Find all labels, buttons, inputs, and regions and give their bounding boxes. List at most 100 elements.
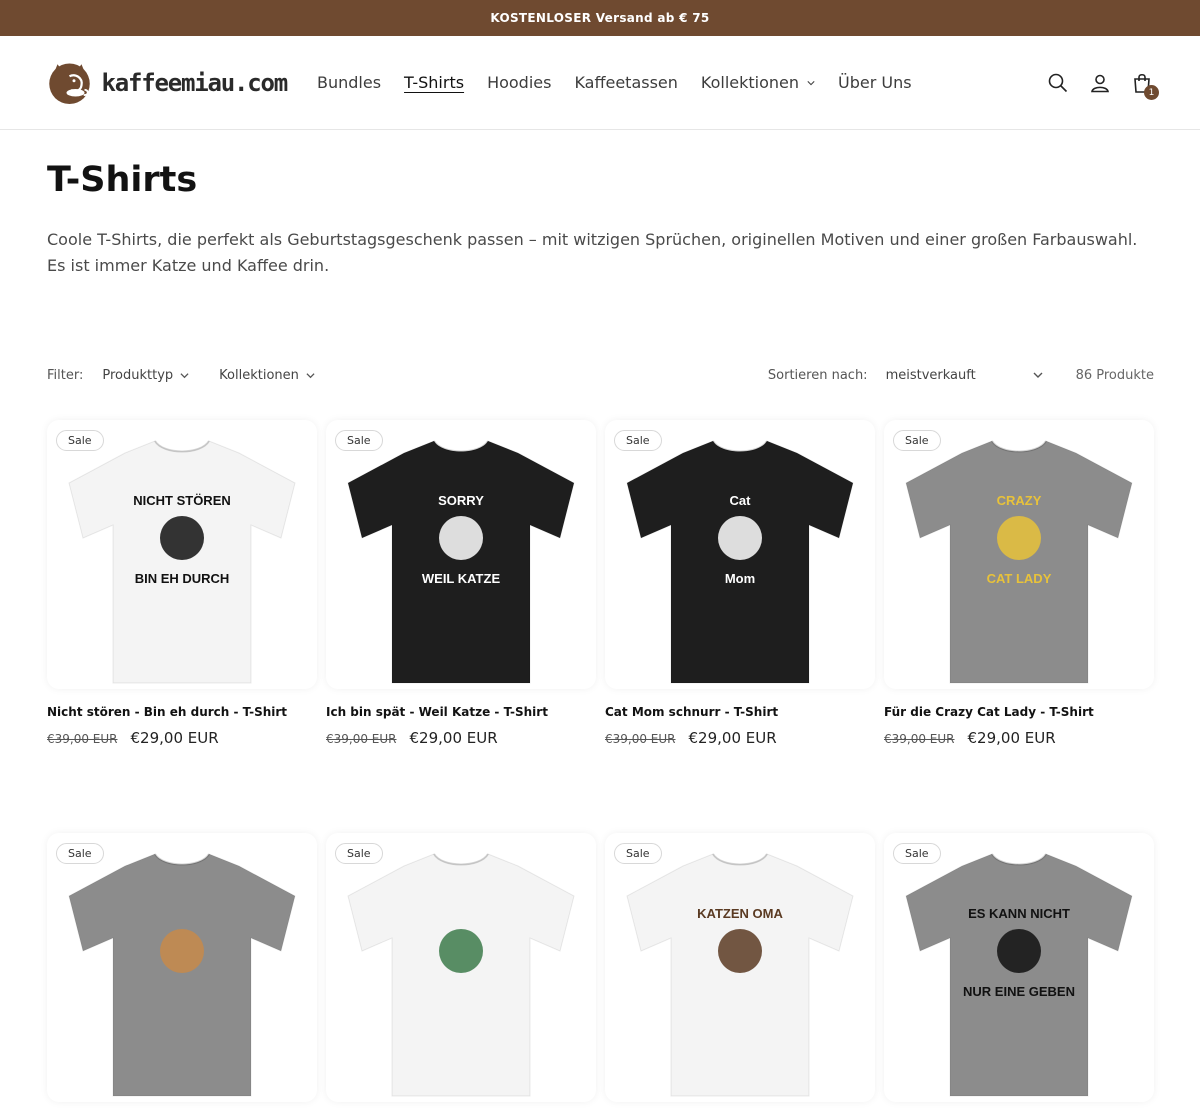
cart-icon[interactable]: 1: [1131, 72, 1159, 100]
print-line-1: CRAZY: [997, 493, 1042, 508]
tshirt-image: CRAZY CAT LADY: [905, 440, 1133, 684]
print-line-1: KATZEN OMA: [697, 906, 783, 921]
product-card[interactable]: Sale: [326, 833, 596, 1118]
print-line-1: SORRY: [438, 493, 484, 508]
sale-badge: Sale: [56, 843, 104, 864]
header-icons: 1: [1047, 36, 1159, 130]
cat-coffee-logo-icon: [49, 63, 90, 104]
filter-bar: Filter: Produkttyp Kollektionen Sortiere…: [47, 366, 1154, 384]
logo[interactable]: kaffeemiau.com: [47, 54, 288, 112]
nav-label: Hoodies: [487, 73, 552, 92]
print-motif: [160, 516, 204, 560]
sale-badge: Sale: [335, 430, 383, 451]
sort-value: meistverkauft: [885, 367, 976, 383]
chevron-down-icon: [807, 80, 815, 85]
sort-area: Sortieren nach: meistverkauft 86 Produkt…: [768, 368, 1154, 383]
product-card[interactable]: Sale SORRY WEIL KATZE Ich bin spät - Wei…: [326, 420, 596, 747]
sale-badge: Sale: [614, 430, 662, 451]
product-title[interactable]: Nicht stören - Bin eh durch - T-Shirt: [47, 705, 317, 719]
tshirt-shape: [626, 440, 854, 684]
price-old: €39,00 EUR: [605, 732, 676, 746]
price-row: €39,00 EUR €29,00 EUR: [326, 729, 596, 747]
tshirt-image: [68, 853, 296, 1097]
page-title: T-Shirts: [47, 160, 198, 200]
product-card[interactable]: Sale Cat Mom Cat Mom schnurr - T-Shirt €…: [605, 420, 875, 747]
sort-select[interactable]: meistverkauft: [886, 368, 1043, 383]
nav-item-kaffeetassen[interactable]: Kaffeetassen: [574, 73, 677, 92]
product-count: 86 Produkte: [1075, 367, 1154, 383]
filter-kollektionen[interactable]: Kollektionen: [219, 368, 315, 383]
product-title[interactable]: Für die Crazy Cat Lady - T-Shirt: [884, 705, 1154, 719]
nav-label: Bundles: [317, 73, 382, 92]
nav-item-ueber-uns[interactable]: Über Uns: [838, 73, 912, 92]
product-title[interactable]: Cat Mom schnurr - T-Shirt: [605, 705, 875, 719]
search-icon[interactable]: [1047, 72, 1069, 94]
chevron-down-icon: [306, 372, 315, 378]
nav-item-kollektionen[interactable]: Kollektionen: [701, 73, 815, 92]
print-line-2: BIN EH DURCH: [135, 571, 230, 586]
print-line-2: WEIL KATZE: [422, 571, 501, 586]
price-sale: €29,00 EUR: [688, 729, 777, 747]
product-card[interactable]: Sale ES KANN NICHT NUR EINE GEBEN: [884, 833, 1154, 1118]
product-image[interactable]: Sale KATZEN OMA: [605, 833, 875, 1102]
nav-label: Kollektionen: [700, 73, 800, 92]
print-motif: [439, 929, 483, 973]
product-image[interactable]: Sale ES KANN NICHT NUR EINE GEBEN: [884, 833, 1154, 1102]
site-header: kaffeemiau.com Bundles T-Shirts Hoodies …: [0, 36, 1200, 130]
nav-item-tshirts[interactable]: T-Shirts: [404, 73, 464, 92]
account-icon[interactable]: [1089, 72, 1111, 94]
sale-badge: Sale: [893, 843, 941, 864]
print-motif: [718, 516, 762, 560]
price-old: €39,00 EUR: [47, 732, 118, 746]
product-grid: Sale NICHT STÖREN BIN EH DURCH Nicht stö…: [47, 420, 1155, 1118]
announcement-text: KOSTENLOSER Versand ab € 75: [490, 11, 710, 25]
nav-item-hoodies[interactable]: Hoodies: [487, 73, 551, 92]
product-card[interactable]: Sale: [47, 833, 317, 1118]
filter-produkttyp[interactable]: Produkttyp: [102, 368, 189, 383]
collection-description: Coole T-Shirts, die perfekt als Geburtst…: [47, 230, 1138, 275]
print-motif: [718, 929, 762, 973]
tshirt-image: [347, 853, 575, 1097]
product-image[interactable]: Sale SORRY WEIL KATZE: [326, 420, 596, 689]
print-line-1: ES KANN NICHT: [968, 906, 1070, 921]
product-card[interactable]: Sale CRAZY CAT LADY Für die Crazy Cat La…: [884, 420, 1154, 747]
nav-label: Über Uns: [838, 73, 912, 92]
chevron-down-icon: [1033, 372, 1043, 378]
product-image[interactable]: Sale NICHT STÖREN BIN EH DURCH: [47, 420, 317, 689]
sale-badge: Sale: [335, 843, 383, 864]
product-image[interactable]: Sale: [326, 833, 596, 1102]
sort-label: Sortieren nach:: [767, 367, 868, 383]
price-sale: €29,00 EUR: [967, 729, 1056, 747]
tshirt-image: KATZEN OMA: [626, 853, 854, 1097]
price-row: €39,00 EUR €29,00 EUR: [47, 729, 317, 747]
product-title[interactable]: Ich bin spät - Weil Katze - T-Shirt: [326, 705, 596, 719]
filter-label: Filter:: [47, 367, 84, 383]
tshirt-shape: [347, 440, 575, 684]
tshirt-shape: [347, 853, 575, 1097]
price-old: €39,00 EUR: [326, 732, 397, 746]
print-line-2: NUR EINE GEBEN: [963, 984, 1075, 999]
filter-item-label: Kollektionen: [219, 367, 299, 383]
sale-badge: Sale: [56, 430, 104, 451]
announcement-bar: KOSTENLOSER Versand ab € 75: [0, 0, 1200, 36]
nav-item-bundles[interactable]: Bundles: [317, 73, 381, 92]
tshirt-image: NICHT STÖREN BIN EH DURCH: [68, 440, 296, 684]
tshirt-image: Cat Mom: [626, 440, 854, 684]
product-card[interactable]: Sale NICHT STÖREN BIN EH DURCH Nicht stö…: [47, 420, 317, 747]
chevron-down-icon: [180, 372, 189, 378]
print-line-2: CAT LADY: [987, 571, 1052, 586]
tshirt-shape: [68, 853, 296, 1097]
print-motif: [997, 929, 1041, 973]
price-sale: €29,00 EUR: [130, 729, 219, 747]
product-image[interactable]: Sale CRAZY CAT LADY: [884, 420, 1154, 689]
print-motif: [160, 929, 204, 973]
print-motif: [997, 516, 1041, 560]
product-card[interactable]: Sale KATZEN OMA: [605, 833, 875, 1118]
tshirt-shape: [905, 440, 1133, 684]
product-image[interactable]: Sale: [47, 833, 317, 1102]
tshirt-image: SORRY WEIL KATZE: [347, 440, 575, 684]
print-line-1: NICHT STÖREN: [133, 493, 231, 508]
product-image[interactable]: Sale Cat Mom: [605, 420, 875, 689]
price-row: €39,00 EUR €29,00 EUR: [605, 729, 875, 747]
tshirt-shape: [905, 853, 1133, 1097]
